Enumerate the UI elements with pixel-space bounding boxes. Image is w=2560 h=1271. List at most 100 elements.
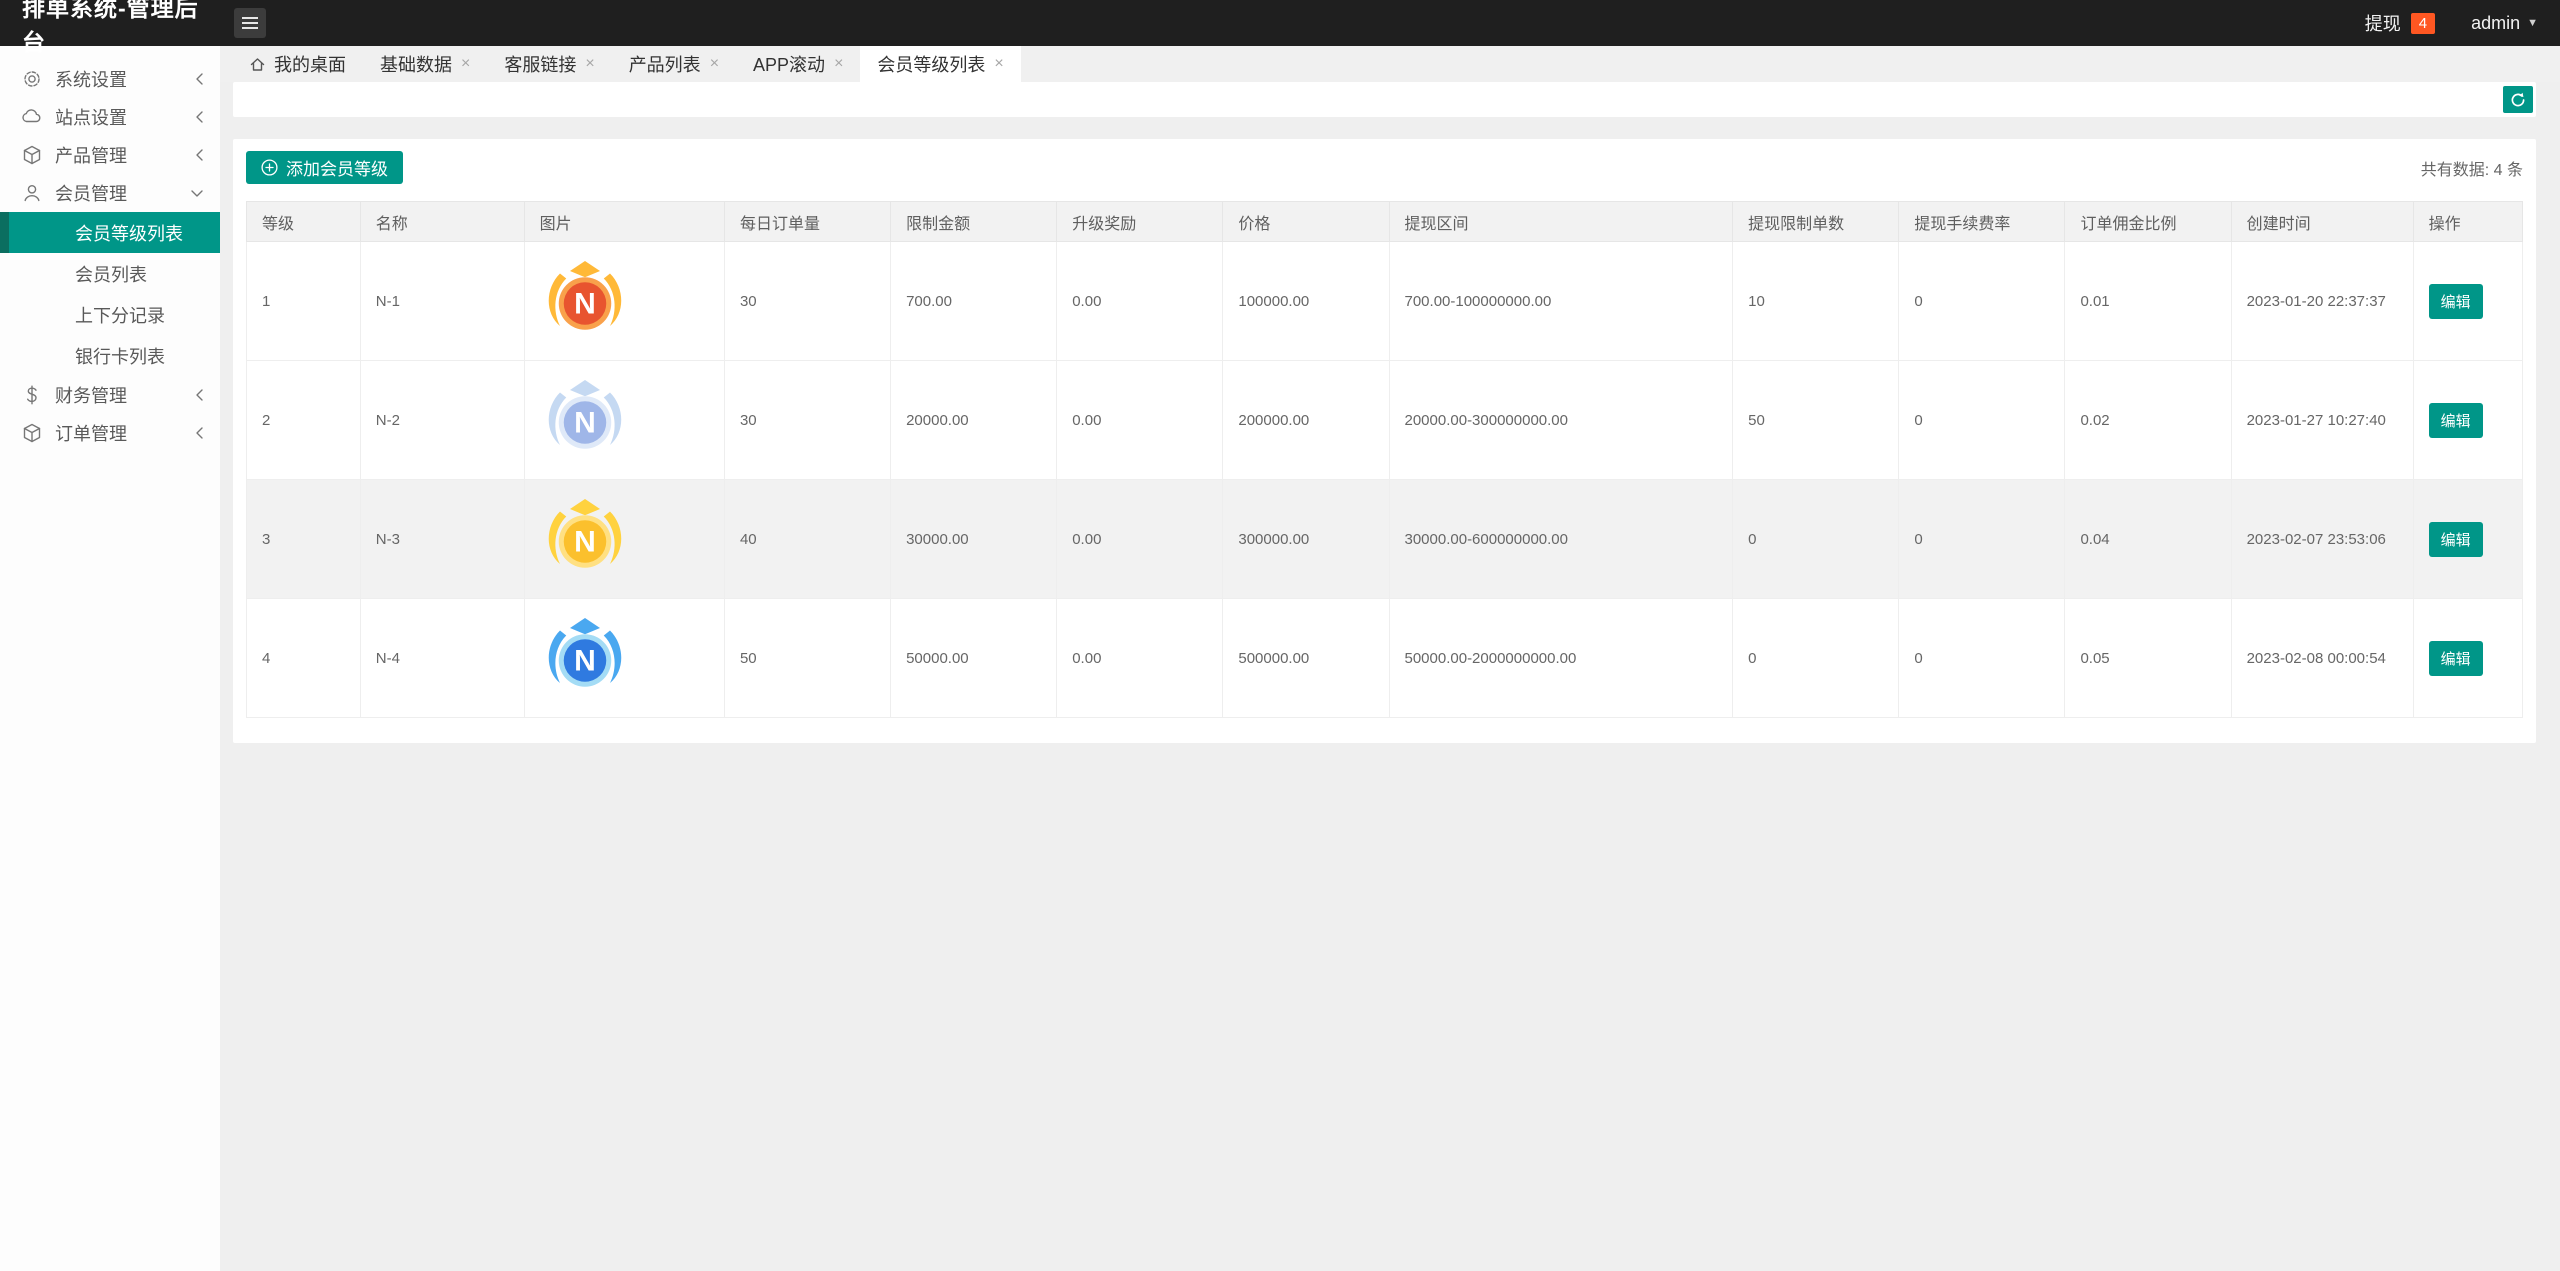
user-menu[interactable]: admin ▼ <box>2471 13 2538 34</box>
tab-service-link[interactable]: 客服链接 × <box>487 46 611 82</box>
sidebar-toggle-button[interactable] <box>234 8 266 38</box>
col-name: 名称 <box>359 201 525 242</box>
cell-name: N-3 <box>359 479 525 599</box>
member-management-submenu: 会员等级列表 会员列表 上下分记录 银行卡列表 <box>0 212 220 376</box>
svg-text:N: N <box>574 407 596 440</box>
cell-withdraw-range: 20000.00-300000000.00 <box>1388 360 1734 480</box>
add-member-level-button[interactable]: 添加会员等级 <box>246 151 403 184</box>
cell-withdraw-limit-count: 10 <box>1732 241 1900 361</box>
col-created-at: 创建时间 <box>2230 201 2414 242</box>
total-count-label: 共有数据: 4 条 <box>2420 161 2523 179</box>
sidebar-item-label: 站点设置 <box>55 108 127 128</box>
close-icon[interactable]: × <box>994 55 1003 73</box>
plus-circle-icon <box>261 159 278 176</box>
cell-limit-amount: 30000.00 <box>890 479 1058 599</box>
table-row: 3 N-3 N 40 30000.00 0.00 300000.00 30000… <box>246 479 2524 599</box>
edit-button[interactable]: 编辑 <box>2428 640 2483 676</box>
sidebar-item-label: 订单管理 <box>55 424 127 444</box>
refresh-button[interactable] <box>2503 86 2533 113</box>
cell-withdraw-limit-count: 0 <box>1732 598 1900 718</box>
level-medal-icon: N <box>548 618 621 687</box>
close-icon[interactable]: × <box>461 55 470 73</box>
add-button-label: 添加会员等级 <box>286 160 388 179</box>
cell-image: N <box>523 241 725 361</box>
tab-basic-data[interactable]: 基础数据 × <box>363 46 487 82</box>
sidebar-item-member-management[interactable]: 会员管理 <box>0 174 220 212</box>
edit-button[interactable]: 编辑 <box>2428 521 2483 557</box>
sidebar-item-system-settings[interactable]: 系统设置 <box>0 60 220 98</box>
edit-button[interactable]: 编辑 <box>2428 402 2483 438</box>
cell-withdraw-fee-rate: 0 <box>1898 360 2066 480</box>
level-medal-icon: N <box>548 261 621 330</box>
withdraw-link[interactable]: 提现 <box>2365 10 2401 36</box>
sidebar-item-product-management[interactable]: 产品管理 <box>0 136 220 174</box>
chevron-down-icon <box>190 189 204 198</box>
level-medal-icon: N <box>548 499 621 568</box>
col-daily-orders: 每日订单量 <box>723 201 892 242</box>
sidebar-item-label: 会员管理 <box>55 184 127 204</box>
tab-label: 基础数据 <box>380 55 452 75</box>
sidebar-item-site-settings[interactable]: 站点设置 <box>0 98 220 136</box>
cell-created-at: 2023-01-27 10:27:40 <box>2230 360 2414 480</box>
table-row: 1 N-1 N 30 700.00 0.00 100000.00 700.00-… <box>246 241 2524 361</box>
cell-created-at: 2023-02-08 00:00:54 <box>2230 598 2414 718</box>
cell-withdraw-range: 700.00-100000000.00 <box>1388 241 1734 361</box>
chevron-left-icon <box>195 110 204 124</box>
cell-withdraw-fee-rate: 0 <box>1898 598 2066 718</box>
tab-label: 产品列表 <box>628 55 701 75</box>
sidebar-item-member-list[interactable]: 会员列表 <box>0 253 220 294</box>
tab-app-scroll[interactable]: APP滚动 × <box>736 46 860 82</box>
cube-icon <box>21 423 42 444</box>
cell-price: 500000.00 <box>1222 598 1390 718</box>
cell-created-at: 2023-01-20 22:37:37 <box>2230 241 2414 361</box>
chevron-left-icon <box>195 426 204 440</box>
cell-withdraw-fee-rate: 0 <box>1898 241 2066 361</box>
svg-text:N: N <box>574 288 596 321</box>
sidebar-item-member-level-list[interactable]: 会员等级列表 <box>0 212 220 253</box>
cell-actions: 编辑 <box>2412 241 2524 361</box>
dollar-icon <box>21 385 42 406</box>
sidebar-item-updown-records[interactable]: 上下分记录 <box>0 294 220 335</box>
cell-image: N <box>523 360 725 480</box>
tab-my-desktop[interactable]: 我的桌面 <box>233 46 363 82</box>
tab-member-level-list[interactable]: 会员等级列表 × <box>860 46 1021 82</box>
tab-product-list[interactable]: 产品列表 × <box>612 46 736 82</box>
chevron-down-icon: ▼ <box>2527 17 2538 29</box>
close-icon[interactable]: × <box>710 55 719 73</box>
tab-bar: 我的桌面 基础数据 × 客服链接 × 产品列表 × APP滚动 × 会员等级列表… <box>220 46 2560 82</box>
close-icon[interactable]: × <box>585 55 594 73</box>
close-icon[interactable]: × <box>834 55 843 73</box>
cell-commission-ratio: 0.01 <box>2064 241 2232 361</box>
withdraw-count-badge[interactable]: 4 <box>2410 12 2436 34</box>
app-title: 排单系统-管理后台 <box>22 0 199 55</box>
col-level: 等级 <box>246 201 361 242</box>
col-commission-ratio: 订单佣金比例 <box>2064 201 2232 242</box>
svg-text:N: N <box>574 645 596 678</box>
edit-button[interactable]: 编辑 <box>2428 283 2483 319</box>
sidebar-item-finance-management[interactable]: 财务管理 <box>0 376 220 414</box>
sidebar-item-label: 系统设置 <box>55 70 127 90</box>
sidebar-subitem-label: 会员列表 <box>75 264 147 285</box>
sidebar-subitem-label: 银行卡列表 <box>75 346 165 367</box>
cell-name: N-4 <box>359 598 525 718</box>
cell-daily-orders: 50 <box>723 598 892 718</box>
sidebar-item-label: 财务管理 <box>55 386 127 406</box>
table-header-row: 等级 名称 图片 每日订单量 限制金额 升级奖励 价格 提现区间 提现限制单数 … <box>246 201 2524 242</box>
cell-actions: 编辑 <box>2412 479 2524 599</box>
col-actions: 操作 <box>2412 201 2524 242</box>
cell-withdraw-limit-count: 0 <box>1732 479 1900 599</box>
refresh-icon <box>2511 92 2525 106</box>
page-toolbar <box>233 82 2536 117</box>
sidebar-subitem-label: 上下分记录 <box>75 305 165 326</box>
gear-icon <box>21 69 42 90</box>
cell-actions: 编辑 <box>2412 360 2524 480</box>
user-icon <box>21 183 42 204</box>
sidebar-item-bank-card-list[interactable]: 银行卡列表 <box>0 335 220 376</box>
cell-withdraw-range: 30000.00-600000000.00 <box>1388 479 1734 599</box>
sidebar-item-order-management[interactable]: 订单管理 <box>0 414 220 452</box>
tab-label: APP滚动 <box>753 55 826 75</box>
col-withdraw-limit-count: 提现限制单数 <box>1732 201 1900 242</box>
table-row: 2 N-2 N 30 20000.00 0.00 200000.00 20000… <box>246 360 2524 480</box>
cell-level: 1 <box>246 241 361 361</box>
cell-image: N <box>523 598 725 718</box>
